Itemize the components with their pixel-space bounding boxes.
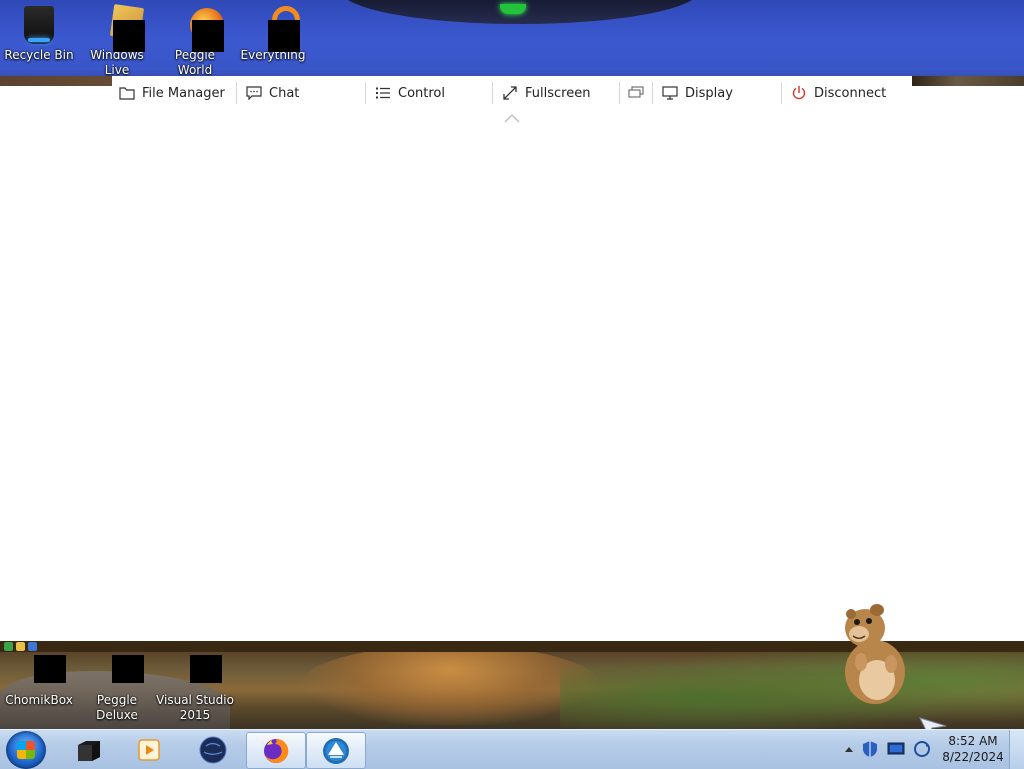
clock-date: 8/22/2024: [942, 750, 1004, 764]
remote-screen-area[interactable]: [0, 86, 1024, 641]
refresh-sync-icon[interactable]: [913, 740, 931, 758]
tiny-app-icon: [28, 642, 37, 651]
switch-monitor-button[interactable]: [620, 80, 652, 106]
system-tray: [845, 738, 931, 760]
show-desktop-button[interactable]: [1009, 730, 1024, 769]
chomikbox-icon: [20, 651, 66, 689]
desktop-icon-label: Recycle Bin: [4, 48, 74, 62]
monitor-icon: [661, 85, 679, 101]
windows-explorer-icon: [78, 740, 100, 761]
taskbar-clock[interactable]: 8:52 AM 8/22/2024: [940, 733, 1006, 765]
top-bezel: [340, 0, 700, 24]
desktop-icon-label: Visual Studio 2015: [156, 693, 234, 722]
security-shield-icon[interactable]: [861, 740, 879, 758]
taskbar-item-explorer[interactable]: [60, 732, 118, 767]
display-label: Display: [685, 85, 733, 101]
control-button[interactable]: Control: [366, 80, 492, 106]
control-label: Control: [398, 85, 445, 101]
start-button[interactable]: [6, 731, 46, 769]
taskbar-item-globe[interactable]: [184, 732, 242, 767]
wallpaper-strip-right: [912, 76, 1024, 86]
file-manager-label: File Manager: [142, 85, 225, 101]
folder-icon: [118, 85, 136, 101]
desktop-icon-label: Windows Live: [90, 48, 144, 77]
fullscreen-label: Fullscreen: [525, 85, 591, 101]
fullscreen-button[interactable]: Fullscreen: [493, 80, 619, 106]
desktop-icon-peggle-world[interactable]: Peggle World: [156, 2, 234, 78]
desktop-icon-everything[interactable]: Everything: [234, 2, 312, 63]
disconnect-label: Disconnect: [814, 85, 887, 101]
clock-time: 8:52 AM: [948, 734, 998, 748]
hamster-desktop-pet-icon[interactable]: [835, 602, 913, 707]
globe-icon: [199, 736, 227, 763]
desktop-icon-label: Peggle World: [174, 48, 216, 77]
disconnect-button[interactable]: Disconnect: [782, 80, 908, 106]
chat-button[interactable]: Chat: [237, 80, 365, 106]
list-icon: [374, 85, 392, 101]
taskbar-item-remote-app[interactable]: [306, 732, 366, 769]
chat-bubble-icon: [245, 85, 263, 101]
firefox-icon: [264, 738, 289, 763]
expand-arrows-icon: [501, 85, 519, 101]
remote-app-icon: [323, 737, 349, 764]
peggle-world-icon: [176, 6, 224, 52]
tiny-app-icon: [4, 642, 13, 651]
media-player-icon: [138, 738, 160, 761]
tiny-app-icon: [16, 642, 25, 651]
chat-label: Chat: [269, 85, 300, 101]
desktop-icon-recycle-bin[interactable]: Recycle Bin: [0, 2, 78, 63]
desktop-icon-label: ChomikBox: [5, 693, 73, 707]
display-button[interactable]: Display: [653, 80, 781, 106]
show-hidden-icons-chevron-up-icon[interactable]: [845, 746, 853, 752]
wallpaper-grass: [560, 651, 1024, 729]
desktop-icon-chomikbox[interactable]: ChomikBox: [0, 647, 78, 708]
recycle-bin-icon: [24, 6, 54, 44]
visual-studio-icon: [176, 651, 222, 689]
taskbar-item-firefox[interactable]: [246, 732, 306, 769]
desktop-icon-visual-studio[interactable]: Visual Studio 2015: [156, 647, 234, 723]
power-icon: [790, 85, 808, 101]
network-monitor-icon[interactable]: [887, 741, 905, 757]
wallpaper-hill: [300, 645, 600, 725]
desktop-icon-label: Peggle Deluxe: [96, 693, 138, 722]
multi-monitor-icon: [628, 85, 644, 101]
taskbar-item-media-player[interactable]: [120, 732, 178, 767]
remote-toolbar: File Manager Chat Control Fullscreen Dis…: [112, 76, 912, 110]
status-led-icon: [500, 4, 526, 14]
windows-live-icon: [98, 4, 145, 52]
taskbar: 8:52 AM 8/22/2024: [0, 729, 1024, 769]
tiny-icon-row: [4, 642, 37, 652]
desktop-icon-peggle-deluxe[interactable]: Peggle Deluxe: [78, 647, 156, 723]
collapse-toolbar-chevron-up-icon[interactable]: [504, 113, 520, 123]
desktop-icon-windows-live[interactable]: Windows Live: [78, 2, 156, 78]
desktop-top-strip: Recycle Bin Windows Live Peggle World Ev…: [0, 0, 1024, 86]
file-manager-button[interactable]: File Manager: [112, 80, 236, 106]
peggle-deluxe-icon: [98, 651, 144, 689]
everything-icon: [254, 6, 300, 52]
